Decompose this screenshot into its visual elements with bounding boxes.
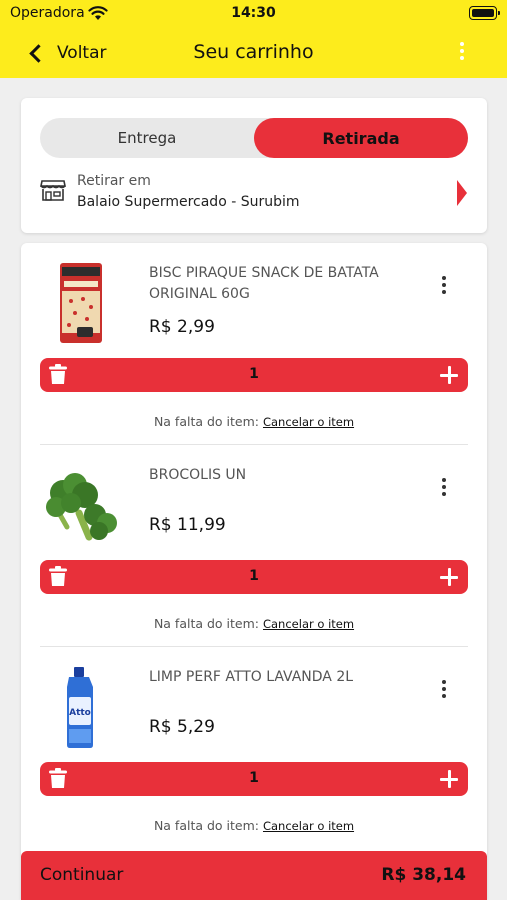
cart-item: BISC PIRAQUE SNACK DE BATATA ORIGINAL 60… bbox=[21, 243, 487, 445]
missing-item-policy: Na falta do item: Cancelar o item bbox=[21, 414, 487, 429]
tab-entrega[interactable]: Entrega bbox=[40, 118, 254, 158]
missing-item-policy: Na falta do item: Cancelar o item bbox=[21, 616, 487, 631]
pickup-label: Retirar em bbox=[77, 173, 151, 189]
product-name: BROCOLIS UN bbox=[149, 467, 247, 483]
nav-bar: Voltar Seu carrinho bbox=[0, 28, 507, 78]
product-price: R$ 2,99 bbox=[149, 317, 215, 337]
cart-item: Atto LIMP PERF ATTO LAVANDA 2L R$ 5,29 1… bbox=[21, 647, 487, 849]
plus-icon[interactable] bbox=[439, 567, 459, 587]
item-options-icon[interactable] bbox=[439, 478, 449, 496]
quantity-stepper: 1 bbox=[40, 560, 468, 594]
quantity-value: 1 bbox=[249, 568, 259, 584]
cart-item: BROCOLIS UN R$ 11,99 1 Na falta do item:… bbox=[21, 445, 487, 647]
quantity-stepper: 1 bbox=[40, 762, 468, 796]
back-label: Voltar bbox=[57, 43, 107, 63]
tab-retirada[interactable]: Retirada bbox=[254, 118, 468, 158]
cancel-item-link[interactable]: Cancelar o item bbox=[263, 415, 354, 429]
quantity-value: 1 bbox=[249, 366, 259, 382]
product-image-snack bbox=[60, 263, 102, 343]
missing-item-label: Na falta do item: bbox=[153, 414, 259, 429]
battery-icon bbox=[469, 6, 500, 20]
cart-total: R$ 38,14 bbox=[381, 865, 466, 885]
quantity-stepper: 1 bbox=[40, 358, 468, 392]
missing-item-label: Na falta do item: bbox=[153, 616, 259, 631]
missing-item-policy: Na falta do item: Cancelar o item bbox=[21, 818, 487, 833]
status-bar: Operadora 14:30 bbox=[0, 0, 507, 28]
continue-label: Continuar bbox=[40, 865, 124, 885]
delivery-mode-toggle: Entrega Retirada bbox=[40, 118, 468, 158]
cancel-item-link[interactable]: Cancelar o item bbox=[263, 617, 354, 631]
product-image-broccoli bbox=[46, 473, 117, 541]
delivery-mode-card: Entrega Retirada Retirar em Balaio Super… bbox=[21, 98, 487, 233]
clock-time: 14:30 bbox=[231, 5, 276, 21]
item-options-icon[interactable] bbox=[439, 680, 449, 698]
missing-item-label: Na falta do item: bbox=[153, 818, 259, 833]
cancel-item-link[interactable]: Cancelar o item bbox=[263, 819, 354, 833]
quantity-value: 1 bbox=[249, 770, 259, 786]
product-price: R$ 11,99 bbox=[149, 515, 226, 535]
plus-icon[interactable] bbox=[439, 365, 459, 385]
pickup-store-name: Balaio Supermercado - Surubim bbox=[77, 194, 300, 210]
plus-icon[interactable] bbox=[439, 769, 459, 789]
chevron-left-icon bbox=[29, 43, 48, 63]
product-price: R$ 5,29 bbox=[149, 717, 215, 737]
back-button[interactable]: Voltar bbox=[26, 38, 107, 68]
store-icon bbox=[40, 180, 66, 201]
product-name: LIMP PERF ATTO LAVANDA 2L bbox=[149, 669, 354, 685]
cart-items-card: BISC PIRAQUE SNACK DE BATATA ORIGINAL 60… bbox=[21, 243, 487, 900]
product-image-detergent: Atto bbox=[67, 667, 93, 748]
more-options-icon[interactable] bbox=[457, 42, 467, 60]
svg-text:Atto: Atto bbox=[69, 708, 91, 718]
chevron-right-icon[interactable] bbox=[457, 180, 467, 206]
product-name: BISC PIRAQUE SNACK DE BATATA ORIGINAL 60… bbox=[149, 265, 379, 302]
item-options-icon[interactable] bbox=[439, 276, 449, 294]
continue-button[interactable]: Continuar R$ 38,14 bbox=[21, 851, 487, 900]
